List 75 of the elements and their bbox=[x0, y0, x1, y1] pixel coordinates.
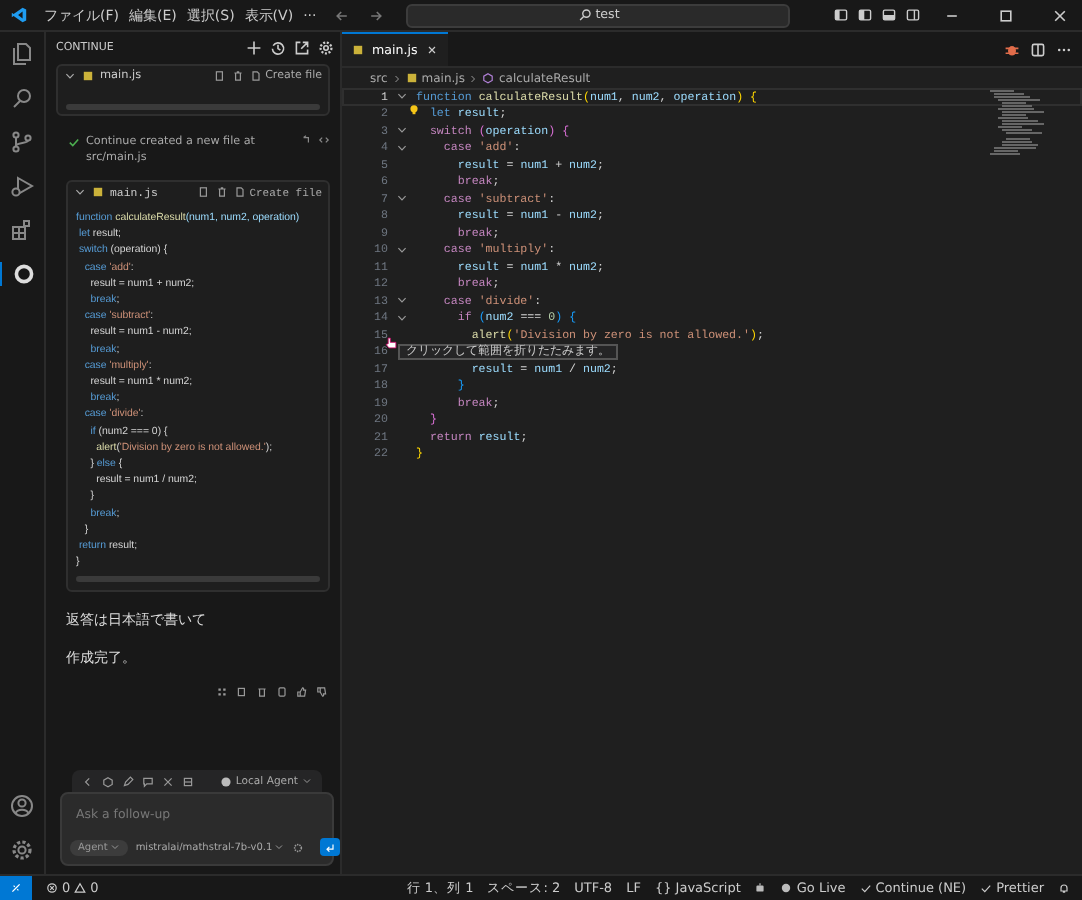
branch-icon[interactable] bbox=[10, 130, 34, 154]
layout-icon[interactable] bbox=[834, 8, 848, 22]
file-icon bbox=[233, 186, 246, 198]
enter-icon bbox=[324, 841, 337, 853]
remote-icon bbox=[10, 882, 22, 894]
settings-icon[interactable] bbox=[10, 838, 34, 862]
caret-icon bbox=[274, 842, 285, 852]
layout-icon[interactable] bbox=[858, 8, 872, 22]
fold-icon[interactable] bbox=[396, 243, 408, 256]
broadcast-icon bbox=[780, 882, 793, 894]
settings-icon[interactable] bbox=[292, 841, 305, 853]
check-icon bbox=[859, 882, 872, 894]
send-button[interactable] bbox=[320, 838, 341, 856]
account-icon[interactable] bbox=[10, 794, 34, 818]
bug-icon[interactable] bbox=[1004, 41, 1020, 57]
layout-icon[interactable] bbox=[882, 8, 896, 22]
search-icon bbox=[577, 8, 592, 22]
grid-icon[interactable] bbox=[182, 775, 194, 787]
copy-icon[interactable] bbox=[236, 686, 248, 699]
files-icon[interactable] bbox=[10, 42, 34, 66]
chevron-icon[interactable] bbox=[74, 186, 86, 198]
bell-icon[interactable] bbox=[1058, 882, 1070, 894]
trash-icon[interactable] bbox=[256, 686, 268, 699]
ring-icon[interactable] bbox=[11, 262, 35, 286]
thumbs-up-icon[interactable] bbox=[296, 686, 308, 699]
fold-icon[interactable] bbox=[396, 90, 408, 103]
chat-bubble-icon[interactable] bbox=[142, 775, 154, 787]
fold-icon[interactable] bbox=[396, 294, 408, 307]
js-file-icon bbox=[82, 70, 94, 82]
fold-icon[interactable] bbox=[396, 124, 408, 137]
trash-icon[interactable] bbox=[231, 70, 244, 82]
search-icon[interactable] bbox=[10, 86, 34, 110]
layout-icon[interactable] bbox=[906, 8, 920, 22]
settings-icon[interactable] bbox=[318, 40, 334, 56]
cube-icon bbox=[482, 72, 495, 84]
maximize-icon[interactable] bbox=[998, 7, 1014, 23]
copy-icon[interactable] bbox=[197, 186, 210, 198]
open-external-icon[interactable] bbox=[294, 40, 310, 56]
forward-arrow-icon[interactable] bbox=[368, 7, 385, 23]
chevron-icon bbox=[391, 73, 402, 83]
close-icon[interactable] bbox=[425, 44, 438, 56]
chevron-icon bbox=[468, 73, 479, 83]
more-icon[interactable] bbox=[216, 686, 228, 699]
check-icon bbox=[980, 882, 993, 894]
copy-icon[interactable] bbox=[213, 70, 226, 82]
fold-icon[interactable] bbox=[396, 141, 408, 154]
pencil-icon[interactable] bbox=[122, 775, 134, 787]
check-icon bbox=[68, 136, 80, 148]
back-arrow-icon[interactable] bbox=[334, 7, 351, 23]
close-icon[interactable] bbox=[1052, 7, 1068, 23]
caret-icon bbox=[302, 776, 312, 786]
plus-icon[interactable] bbox=[246, 40, 262, 56]
error-icon bbox=[46, 882, 58, 894]
fold-icon[interactable] bbox=[396, 192, 408, 205]
code-icon[interactable] bbox=[318, 134, 330, 146]
run-debug-icon[interactable] bbox=[10, 174, 34, 198]
reply-icon[interactable] bbox=[300, 134, 312, 146]
history-icon[interactable] bbox=[270, 40, 286, 56]
extensions-icon[interactable] bbox=[10, 218, 34, 242]
split-editor-icon[interactable] bbox=[1030, 41, 1046, 57]
agent-icon bbox=[219, 775, 232, 787]
trash-icon[interactable] bbox=[215, 186, 228, 198]
fold-icon[interactable] bbox=[396, 311, 408, 324]
cube-icon[interactable] bbox=[102, 775, 114, 787]
js-file-icon bbox=[405, 72, 418, 84]
warning-icon bbox=[74, 882, 87, 894]
app-logo-icon bbox=[10, 6, 28, 24]
js-file-icon bbox=[352, 44, 364, 56]
file-icon bbox=[249, 70, 262, 82]
lightbulb-icon[interactable] bbox=[408, 104, 420, 117]
chevron-icon[interactable] bbox=[64, 70, 76, 82]
caret-icon bbox=[109, 842, 120, 852]
thumbs-down-icon[interactable] bbox=[316, 686, 328, 699]
js-file-icon bbox=[92, 186, 104, 198]
document-icon[interactable] bbox=[276, 686, 288, 699]
